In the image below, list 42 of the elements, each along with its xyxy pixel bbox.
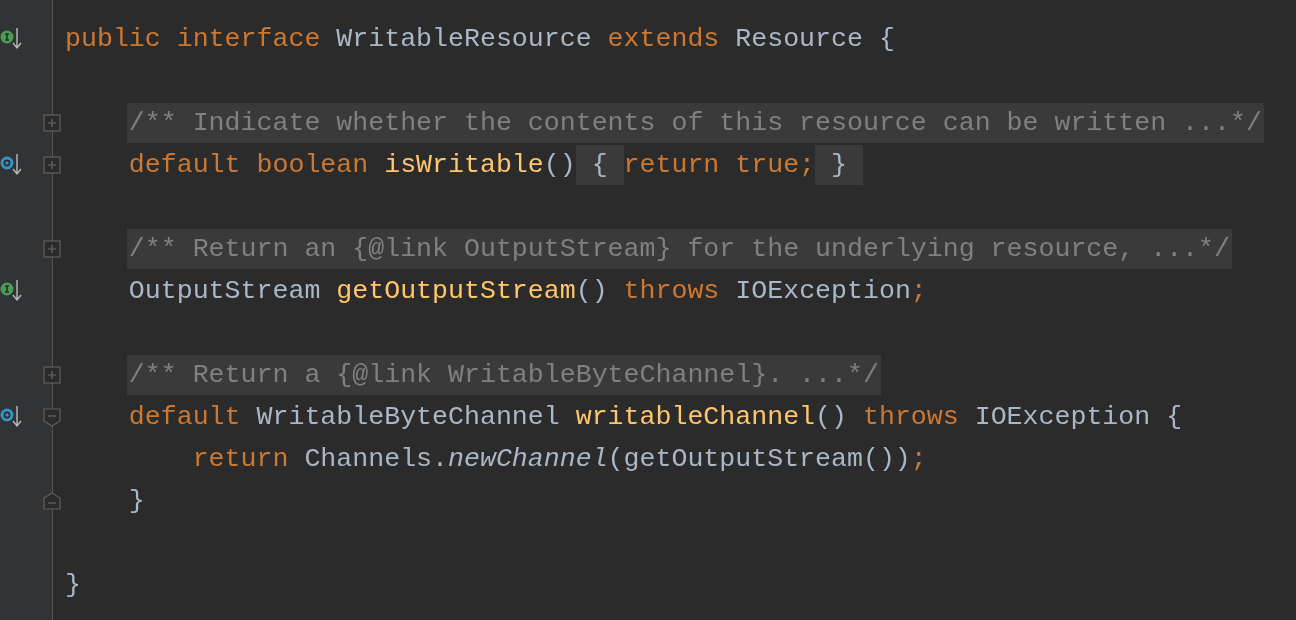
override-marker-icon[interactable] (0, 153, 24, 177)
implement-marker-icon[interactable] (0, 279, 24, 303)
folded-comment[interactable]: /** Return a {@link WritableByteChannel}. ...*/ (126, 355, 881, 395)
code-token: throws (623, 275, 720, 308)
code-token: ; (910, 275, 927, 308)
code-token: return (192, 443, 289, 476)
fold-collapse-icon[interactable] (43, 408, 61, 427)
fold-expand-icon[interactable] (43, 366, 61, 385)
code-token: WritableResource (335, 23, 593, 56)
fold-expand-icon[interactable] (43, 114, 61, 133)
code-token: ; (910, 443, 927, 476)
code-token: Channels. (303, 443, 448, 476)
fold-expand-icon[interactable] (43, 156, 61, 175)
fold-expand-icon[interactable] (43, 240, 61, 259)
folded-comment[interactable]: /** Indicate whether the contents of this resource can be written ...*/ (126, 103, 1264, 143)
code-token: writableChannel (575, 401, 816, 434)
code-token: IOException { (973, 401, 1183, 434)
code-token: default boolean (128, 149, 370, 182)
folded-comment[interactable]: /** Return an {@link OutputStream} for the underlying resource, ...*/ (126, 229, 1232, 269)
folded-code[interactable]: { (575, 145, 624, 185)
code-token: } (128, 485, 145, 518)
code-token: public interface (65, 23, 321, 56)
code-token: OutputStream (128, 275, 322, 308)
code-token: (getOutputStream()) (607, 443, 911, 476)
code-token: () (815, 401, 848, 434)
code-token: () (575, 275, 609, 308)
code-token: isWritable (384, 149, 544, 182)
code-token: return true; (623, 149, 816, 182)
fold-end-icon[interactable] (43, 492, 61, 511)
code-token: newChannel (448, 443, 608, 476)
override-marker-icon[interactable] (0, 405, 24, 429)
code-token: default (128, 401, 241, 434)
folded-code[interactable]: } (815, 145, 863, 185)
code-token: throws (862, 401, 959, 434)
code-token: IOException (734, 275, 911, 308)
code-token: extends (607, 23, 720, 56)
code-token: () (543, 149, 576, 182)
code-token: getOutputStream (336, 275, 576, 308)
code-token: } (65, 569, 81, 602)
code-token: Resource { (734, 23, 895, 56)
code-token: WritableByteChannel (255, 401, 561, 434)
implement-marker-icon[interactable] (0, 27, 24, 51)
